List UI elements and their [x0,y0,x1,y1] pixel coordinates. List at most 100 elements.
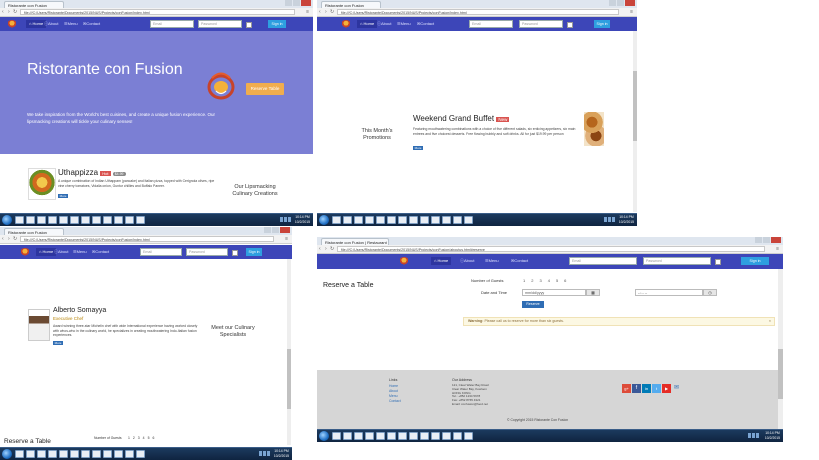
guest-option[interactable]: 5 [148,436,150,440]
minimize-icon[interactable] [264,227,271,233]
taskbar-app-icon[interactable] [387,432,396,440]
password-input[interactable]: Password [643,257,711,265]
password-input[interactable]: Password [186,248,228,256]
minimize-icon[interactable] [285,0,292,6]
guest-option[interactable]: 6 [152,436,154,440]
taskbar-app-icon[interactable] [387,216,396,224]
back-icon[interactable]: ‹ [319,9,321,15]
tray-icon[interactable] [259,451,262,456]
menu-icon[interactable]: ≡ [776,246,779,252]
taskbar-app-icon[interactable] [343,216,352,224]
taskbar-clock[interactable]: 10:14 PM 10/2/2015 [274,449,289,458]
taskbar-app-icon[interactable] [453,216,462,224]
taskbar-app-icon[interactable] [15,216,24,224]
taskbar-app-icon[interactable] [409,216,418,224]
maximize-icon[interactable] [293,0,300,6]
taskbar-app-icon[interactable] [92,216,101,224]
address-bar[interactable]: file:///C:/Users/Ristorante/Documents/20… [337,246,765,252]
email-input[interactable]: Email [150,20,194,28]
menu-icon[interactable]: ≡ [306,9,309,15]
taskbar-app-icon[interactable] [136,450,145,458]
guest-option[interactable]: 2 [133,436,135,440]
minimize-icon[interactable] [609,0,616,6]
taskbar-app-icon[interactable] [332,216,341,224]
sign-in-button[interactable]: Sign in [741,257,769,265]
taskbar-clock[interactable]: 10:14 PM 10/2/2015 [295,215,310,224]
windows-start-icon[interactable] [2,215,12,225]
address-bar[interactable]: file:///C:/Users/Ristorante/Documents/20… [20,9,295,15]
taskbar-app-icon[interactable] [464,216,473,224]
email-input[interactable]: Email [569,257,637,265]
facebook-icon[interactable]: f [632,384,641,393]
taskbar-app-icon[interactable] [48,450,57,458]
google-plus-icon[interactable]: g+ [622,384,631,393]
maximize-icon[interactable] [763,237,770,243]
reserve-table-button[interactable]: Reserve Table [246,83,284,95]
taskbar-app-icon[interactable] [37,450,46,458]
windows-start-icon[interactable] [2,449,12,459]
forward-icon[interactable]: › [8,9,10,15]
forward-icon[interactable]: › [325,246,327,252]
taskbar-app-icon[interactable] [365,432,374,440]
taskbar-app-icon[interactable] [114,216,123,224]
sign-in-button[interactable]: Sign in [594,20,610,28]
password-input[interactable]: Password [519,20,563,28]
taskbar-app-icon[interactable] [81,216,90,224]
taskbar-app-icon[interactable] [92,450,101,458]
tray-icon[interactable] [284,217,287,222]
taskbar-app-icon[interactable] [420,216,429,224]
nav-contact[interactable]: ✉Contact [511,257,528,265]
taskbar-app-icon[interactable] [343,432,352,440]
close-icon[interactable] [771,237,781,243]
password-input[interactable]: Password [198,20,242,28]
remember-checkbox[interactable] [232,250,238,256]
footer-link[interactable]: Contact [389,399,401,404]
taskbar-app-icon[interactable] [103,216,112,224]
taskbar-app-icon[interactable] [464,432,473,440]
taskbar-app-icon[interactable] [365,216,374,224]
reload-icon[interactable]: ↻ [13,9,17,15]
remember-checkbox[interactable] [567,22,573,28]
browser-tab[interactable]: Ristorante con Fusion [4,1,64,8]
forward-icon[interactable]: › [8,236,10,242]
close-icon[interactable]: × [769,318,771,325]
tray-icon[interactable] [288,217,291,222]
taskbar-app-icon[interactable] [442,216,451,224]
dish-more-button[interactable]: More [58,194,68,198]
taskbar-app-icon[interactable] [114,450,123,458]
taskbar-app-icon[interactable] [442,432,451,440]
tray-icon[interactable] [608,217,611,222]
guest-option[interactable]: 4 [143,436,145,440]
page-scrollbar[interactable] [287,259,291,445]
taskbar-app-icon[interactable] [354,432,363,440]
back-icon[interactable]: ‹ [319,246,321,252]
minimize-icon[interactable] [755,237,762,243]
nav-about[interactable]: ⓘAbout [377,20,391,28]
nav-menu[interactable]: ☰Menu [73,248,87,256]
taskbar-app-icon[interactable] [376,216,385,224]
guest-option[interactable]: 5 [556,278,558,283]
sign-in-button[interactable]: Sign in [246,248,262,256]
taskbar-app-icon[interactable] [37,216,46,224]
twitter-icon[interactable]: t [652,384,661,393]
taskbar-app-icon[interactable] [453,432,462,440]
nav-menu[interactable]: ☰Menu [485,257,499,265]
taskbar-clock[interactable]: 10:14 PM 10/2/2015 [765,431,780,440]
back-icon[interactable]: ‹ [2,236,4,242]
nav-menu[interactable]: ☰Menu [64,20,78,28]
reload-icon[interactable]: ↻ [13,236,17,242]
tray-icon[interactable] [612,217,615,222]
taskbar-app-icon[interactable] [59,450,68,458]
taskbar-app-icon[interactable] [15,450,24,458]
promo-more-button[interactable]: More [413,146,423,150]
guest-option[interactable]: 3 [138,436,140,440]
mail-icon[interactable]: ✉ [672,384,681,393]
taskbar-app-icon[interactable] [354,216,363,224]
taskbar-app-icon[interactable] [70,216,79,224]
taskbar-app-icon[interactable] [136,216,145,224]
close-icon[interactable] [625,0,635,6]
taskbar-app-icon[interactable] [376,432,385,440]
windows-start-icon[interactable] [319,431,329,441]
browser-tab[interactable]: Ristorante con Fusion [321,1,381,8]
browser-tab[interactable]: Ristorante con Fusion | Restaurant [321,238,389,245]
